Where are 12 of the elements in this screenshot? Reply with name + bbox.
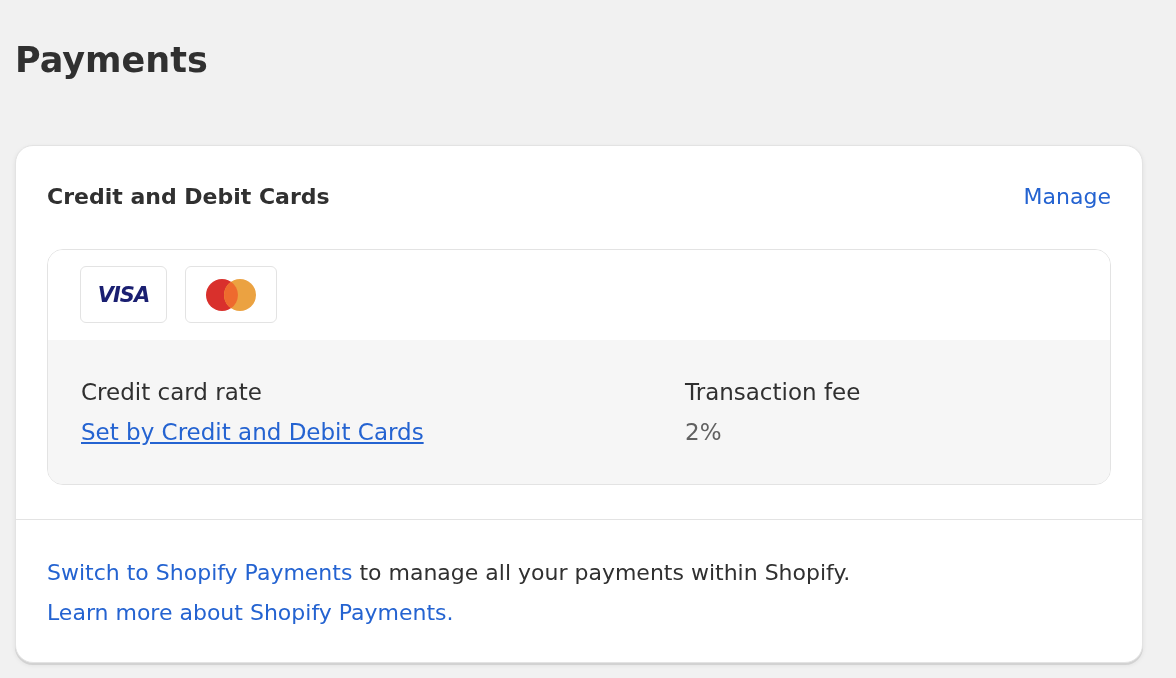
overlapping-circles-icon <box>206 278 256 311</box>
rate-link[interactable]: Set by Credit and Debit Cards <box>81 412 424 452</box>
payments-note: Switch to Shopify Payments to manage all your payments within Shopify. Learn more about Shopify Payments. <box>47 559 852 627</box>
note-link[interactable]: Learn more about Shopify Payments. <box>47 600 454 625</box>
rate-label: Transaction fee <box>685 378 861 407</box>
rate-value: 2% <box>685 418 722 447</box>
note-link[interactable]: Switch to Shopify Payments <box>47 560 353 585</box>
manage-link[interactable]: Manage <box>1023 182 1111 212</box>
page-title: Payments <box>15 39 208 82</box>
card-title: Credit and Debit Cards <box>47 183 330 211</box>
rate-label: Credit card rate <box>81 378 262 407</box>
card-brand-wordmark: VISA <box>97 282 150 307</box>
